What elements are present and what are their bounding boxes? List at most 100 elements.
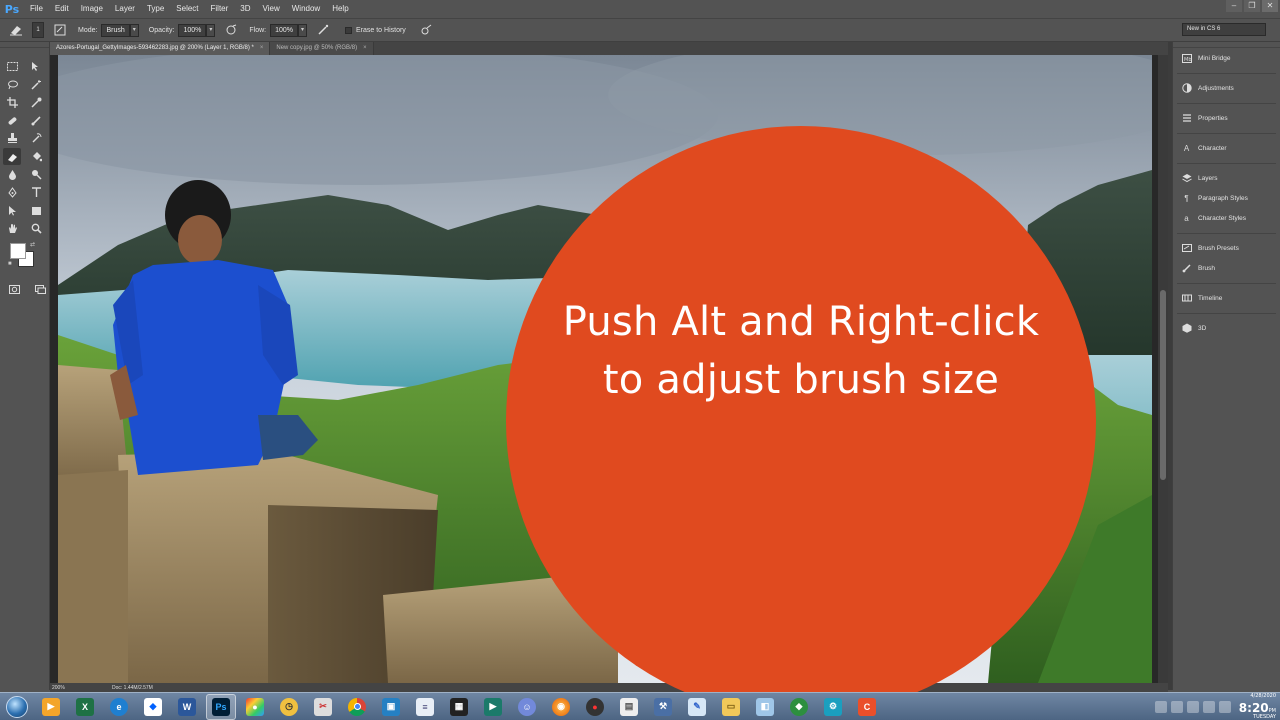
discord-icon[interactable]: ☺ xyxy=(512,694,542,720)
foreground-color-swatch[interactable] xyxy=(10,243,26,259)
panel-brush-presets[interactable]: Brush Presets xyxy=(1173,238,1280,258)
settings-icon[interactable]: ⚙ xyxy=(818,694,848,720)
panel-timeline[interactable]: Timeline xyxy=(1173,288,1280,308)
path-selection-tool-icon[interactable] xyxy=(3,202,21,219)
tab-azores-document[interactable]: Azores-Portugal_GettyImages-593462283.jp… xyxy=(50,42,271,55)
snipping-tool-icon[interactable]: ✂ xyxy=(308,694,338,720)
crop-tool-icon[interactable] xyxy=(3,94,21,111)
word-icon[interactable]: W xyxy=(172,694,202,720)
box-app-icon[interactable]: ▣ xyxy=(376,694,406,720)
chrome-icon[interactable] xyxy=(342,694,372,720)
tab-close-icon[interactable]: × xyxy=(260,42,264,55)
record-icon[interactable]: ● xyxy=(580,694,610,720)
mode-dropdown-icon[interactable]: ▾ xyxy=(129,23,139,37)
rectangle-tool-icon[interactable] xyxy=(27,202,45,219)
flow-input[interactable]: 100% xyxy=(270,23,298,37)
menu-view[interactable]: View xyxy=(257,0,286,18)
notepad-icon[interactable]: ≡ xyxy=(410,694,440,720)
paint-icon[interactable]: ✎ xyxy=(682,694,712,720)
camtasia-icon[interactable]: C xyxy=(852,694,882,720)
video-editor-icon[interactable]: ▦ xyxy=(444,694,474,720)
menu-image[interactable]: Image xyxy=(75,0,109,18)
dropbox-icon[interactable]: ◆ xyxy=(138,694,168,720)
healing-brush-tool-icon[interactable] xyxy=(3,112,21,129)
menu-3d[interactable]: 3D xyxy=(234,0,256,18)
move-tool-icon[interactable] xyxy=(27,58,45,75)
opacity-input[interactable]: 100% xyxy=(178,23,207,37)
panel-mini-bridge[interactable]: Mb Mini Bridge xyxy=(1173,48,1280,68)
flow-dropdown-icon[interactable]: ▾ xyxy=(298,23,307,37)
minimize-button[interactable]: – xyxy=(1226,0,1242,12)
firefox-icon[interactable]: ◉ xyxy=(546,694,576,720)
vertical-scroll-thumb[interactable] xyxy=(1160,290,1166,480)
tool-icon[interactable]: ⚒ xyxy=(648,694,678,720)
restore-button[interactable]: ❐ xyxy=(1244,0,1260,12)
pressure-size-icon[interactable] xyxy=(418,22,434,38)
hand-tool-icon[interactable] xyxy=(3,220,21,237)
clone-stamp-tool-icon[interactable] xyxy=(3,130,21,147)
photoshop-icon[interactable]: Ps xyxy=(206,693,236,720)
panel-character-styles[interactable]: a Character Styles xyxy=(1173,208,1280,228)
magic-wand-tool-icon[interactable] xyxy=(27,76,45,93)
panel-brush[interactable]: Brush xyxy=(1173,258,1280,278)
brush-size-picker[interactable]: 1 xyxy=(32,22,44,38)
opacity-dropdown-icon[interactable]: ▾ xyxy=(206,23,216,37)
zoom-tool-icon[interactable] xyxy=(27,220,45,237)
menu-window[interactable]: Window xyxy=(286,0,326,18)
eraser-tool-icon[interactable] xyxy=(3,148,21,165)
play-app-icon[interactable]: ▶ xyxy=(478,694,508,720)
menu-help[interactable]: Help xyxy=(326,0,354,18)
pen-tool-icon[interactable] xyxy=(3,184,21,201)
menu-edit[interactable]: Edit xyxy=(49,0,75,18)
globe-app-icon[interactable]: ◆ xyxy=(784,694,814,720)
network-icon[interactable] xyxy=(1202,701,1215,713)
default-colors-icon[interactable]: ■ xyxy=(8,261,12,267)
blur-tool-icon[interactable] xyxy=(3,166,21,183)
menu-type[interactable]: Type xyxy=(141,0,170,18)
mode-select[interactable]: Brush xyxy=(101,23,130,37)
airbrush-icon[interactable] xyxy=(315,22,331,38)
document-size-info[interactable]: Doc: 1.44M/2.57M xyxy=(112,685,153,691)
media-player-icon[interactable]: ▶ xyxy=(36,694,66,720)
menu-select[interactable]: Select xyxy=(170,0,204,18)
panel-layers[interactable]: Layers xyxy=(1173,168,1280,188)
history-brush-tool-icon[interactable] xyxy=(27,130,45,147)
eraser-tool-preset-icon[interactable] xyxy=(8,22,24,38)
vertical-scrollbar[interactable] xyxy=(1158,55,1168,683)
panel-adjustments[interactable]: Adjustments xyxy=(1173,78,1280,98)
panel-paragraph-styles[interactable]: ¶ Paragraph Styles xyxy=(1173,188,1280,208)
alarm-clock-icon[interactable]: ◷ xyxy=(274,694,304,720)
excel-icon[interactable]: X xyxy=(70,694,100,720)
colorful-app-icon[interactable]: ● xyxy=(240,694,270,720)
menu-file[interactable]: File xyxy=(24,0,49,18)
tray-icon[interactable] xyxy=(1170,701,1183,713)
app-icon[interactable]: ◧ xyxy=(750,694,780,720)
swap-colors-icon[interactable]: ⇄ xyxy=(30,241,35,248)
menu-layer[interactable]: Layer xyxy=(109,0,141,18)
brush-panel-toggle-icon[interactable] xyxy=(52,22,68,38)
menu-filter[interactable]: Filter xyxy=(205,0,235,18)
panel-3d[interactable]: 3D xyxy=(1173,318,1280,338)
explorer-icon[interactable]: ▭ xyxy=(716,694,746,720)
tray-icon[interactable] xyxy=(1186,701,1199,713)
screen-mode-icon[interactable] xyxy=(32,281,50,298)
type-tool-icon[interactable] xyxy=(27,184,45,201)
erase-to-history-checkbox[interactable] xyxy=(345,26,352,34)
tab-new-copy[interactable]: New copy.jpg @ 50% (RGB/8) × xyxy=(270,42,374,55)
panel-properties[interactable]: Properties xyxy=(1173,108,1280,128)
quick-mask-icon[interactable] xyxy=(6,281,24,298)
file-icon[interactable]: ▤ xyxy=(614,694,644,720)
panel-character[interactable]: A Character xyxy=(1173,138,1280,158)
brush-tool-icon[interactable] xyxy=(27,112,45,129)
lasso-tool-icon[interactable] xyxy=(3,76,21,93)
start-button[interactable] xyxy=(0,693,34,720)
close-button[interactable]: ✕ xyxy=(1262,0,1278,12)
pressure-opacity-icon[interactable] xyxy=(223,22,239,38)
eyedropper-tool-icon[interactable] xyxy=(27,94,45,111)
volume-icon[interactable] xyxy=(1218,701,1231,713)
tab-close-icon[interactable]: × xyxy=(363,42,367,55)
dodge-tool-icon[interactable] xyxy=(27,166,45,183)
zoom-level[interactable]: 200% xyxy=(52,685,76,691)
marquee-tool-icon[interactable] xyxy=(3,58,21,75)
edge-icon[interactable]: e xyxy=(104,694,134,720)
